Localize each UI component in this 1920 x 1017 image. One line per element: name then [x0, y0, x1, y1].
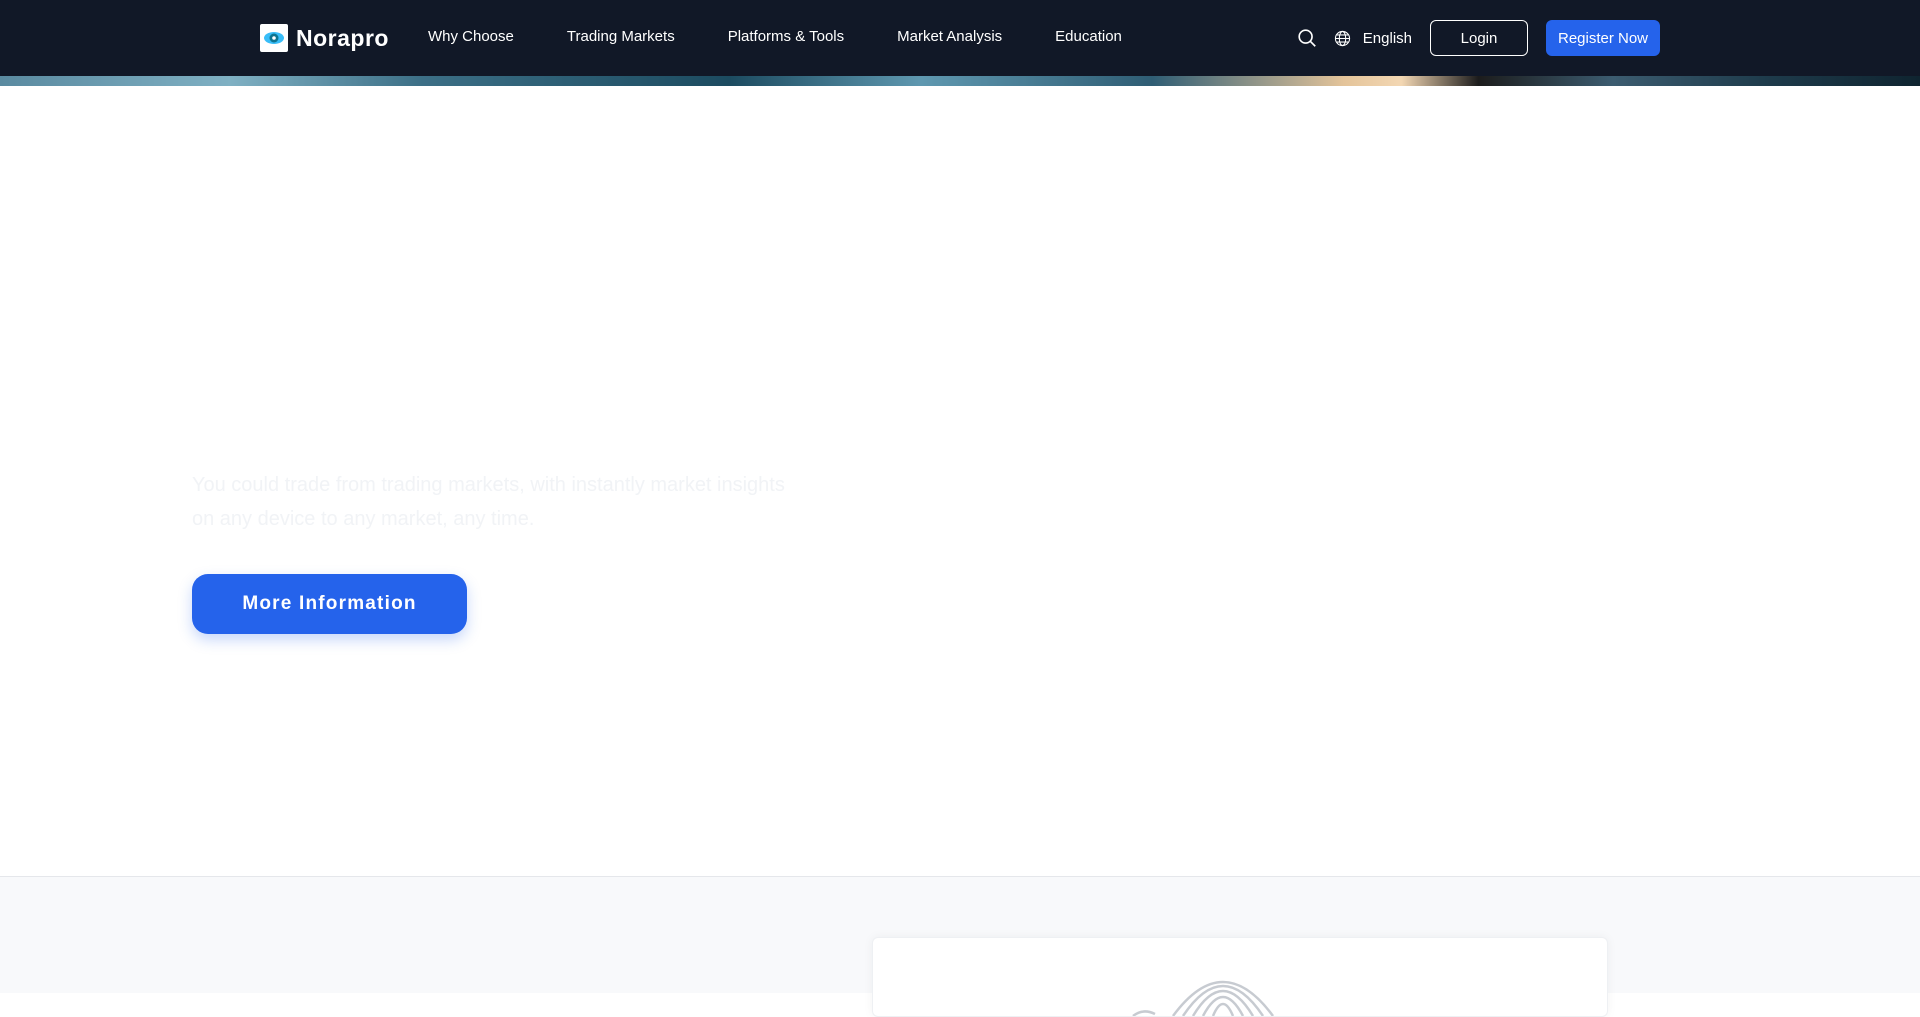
search-icon[interactable]: [1296, 27, 1318, 49]
nav-tools: English Login Register Now: [1296, 20, 1660, 56]
features-section: [0, 876, 1920, 1017]
top-navbar: Norapro Why Choose Trading Markets Platf…: [0, 0, 1920, 76]
feature-card: [872, 937, 1608, 1017]
fingerprint-icon: [1132, 980, 1275, 1016]
hero-section: You could trade from trading markets, wi…: [0, 86, 1920, 876]
globe-icon: [1334, 30, 1350, 46]
nav-link-why-choose[interactable]: Why Choose: [428, 28, 514, 45]
main-nav: Why Choose Trading Markets Platforms & T…: [428, 28, 1175, 45]
navbar-inner: Norapro Why Choose Trading Markets Platf…: [0, 0, 1920, 76]
nav-link-platforms-tools[interactable]: Platforms & Tools: [728, 28, 844, 45]
eye-logo-icon: [260, 24, 288, 52]
brand-logo[interactable]: Norapro: [260, 24, 389, 52]
brand-name: Norapro: [296, 24, 389, 51]
language-selector[interactable]: English: [1363, 30, 1412, 47]
nav-link-trading-markets[interactable]: Trading Markets: [567, 28, 675, 45]
hero-image-strip: [0, 76, 1920, 86]
more-information-button[interactable]: More Information: [192, 574, 467, 634]
nav-link-education[interactable]: Education: [1055, 28, 1122, 45]
login-button[interactable]: Login: [1430, 20, 1528, 56]
hero-description: You could trade from trading markets, wi…: [192, 474, 785, 530]
register-now-button[interactable]: Register Now: [1546, 20, 1660, 56]
nav-link-market-analysis[interactable]: Market Analysis: [897, 28, 1002, 45]
